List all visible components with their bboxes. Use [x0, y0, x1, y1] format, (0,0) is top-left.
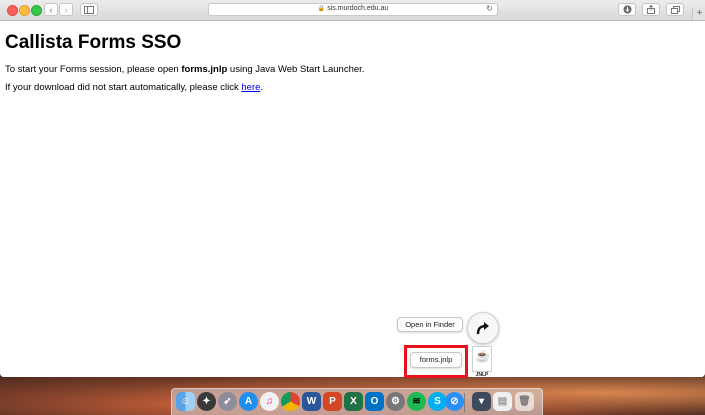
- share-button[interactable]: [642, 3, 660, 16]
- address-bar[interactable]: 🔒 sis.murdoch.edu.au ↻: [208, 3, 498, 16]
- address-text: 🔒 sis.murdoch.edu.au: [209, 5, 497, 12]
- open-file-button[interactable]: [467, 312, 499, 344]
- page-content: Callista Forms SSO To start your Forms s…: [0, 21, 705, 377]
- itunes-icon[interactable]: ♫: [260, 392, 279, 411]
- download-icon: [623, 5, 631, 14]
- tabs-icon: [670, 5, 680, 14]
- sidebar-toggle-button[interactable]: [80, 3, 98, 16]
- share-icon: [647, 5, 655, 14]
- rocket-icon[interactable]: ➶: [218, 392, 237, 411]
- trash-icon[interactable]: 🗑: [515, 392, 534, 411]
- forward-button[interactable]: ›: [59, 3, 73, 16]
- new-tab-button[interactable]: +: [692, 8, 705, 20]
- close-window-button[interactable]: [7, 5, 18, 16]
- safari-icon[interactable]: ⊘: [445, 392, 464, 411]
- instruction-suffix: using Java Web Start Launcher.: [227, 64, 365, 75]
- minimize-window-button[interactable]: [19, 5, 30, 16]
- jnlp-file-icon[interactable]: ☕: [472, 346, 492, 372]
- sidebar-icon: [84, 5, 94, 14]
- tab-overview-button[interactable]: [666, 3, 684, 16]
- chevron-left-icon: ‹: [49, 4, 53, 15]
- chrome-icon[interactable]: [281, 392, 300, 411]
- download-file-button[interactable]: forms.jnlp: [410, 352, 462, 368]
- address-url: sis.murdoch.edu.au: [327, 5, 389, 12]
- instruction-text: To start your Forms session, please open…: [5, 64, 364, 75]
- fallback-suffix: .: [260, 82, 264, 93]
- reload-icon[interactable]: ↻: [486, 4, 493, 13]
- outlook-icon[interactable]: O: [365, 392, 384, 411]
- system-preferences-icon[interactable]: ⚙: [386, 392, 405, 411]
- plus-icon: +: [696, 8, 703, 19]
- back-button[interactable]: ‹: [44, 3, 58, 16]
- chevron-right-icon: ›: [64, 4, 68, 15]
- app-store-icon[interactable]: A: [239, 392, 258, 411]
- powerpoint-icon[interactable]: P: [323, 392, 342, 411]
- instruction-prefix: To start your Forms session, please open: [5, 64, 182, 75]
- downloads-stack-icon[interactable]: ▾: [472, 392, 491, 411]
- browser-window: ‹ › 🔒 sis.murdoch.edu.au ↻ + Callista For…: [0, 0, 705, 377]
- excel-icon[interactable]: X: [344, 392, 363, 411]
- fallback-prefix: If your download did not start automatic…: [5, 82, 242, 93]
- curved-arrow-icon: [476, 322, 489, 335]
- documents-icon[interactable]: ▤: [493, 392, 512, 411]
- launchpad-icon[interactable]: ✦: [197, 392, 216, 411]
- dock: ☺ ✦ ➶ A ♫ W P X O ⚙ ≋ S ⊘ ▾ ▤ 🗑: [171, 388, 543, 415]
- browser-toolbar: ‹ › 🔒 sis.murdoch.edu.au ↻ +: [0, 0, 705, 21]
- fullscreen-window-button[interactable]: [31, 5, 42, 16]
- java-cup-icon: ☕: [475, 349, 490, 363]
- page-title: Callista Forms SSO: [5, 32, 182, 53]
- open-in-finder-button[interactable]: Open in Finder: [397, 317, 463, 332]
- fallback-text: If your download did not start automatic…: [5, 82, 263, 93]
- downloads-button[interactable]: [618, 3, 636, 16]
- instruction-file-name: forms.jnlp: [181, 64, 228, 75]
- word-icon[interactable]: W: [302, 392, 321, 411]
- spotify-icon[interactable]: ≋: [407, 392, 426, 411]
- here-link[interactable]: here: [241, 82, 260, 93]
- jnlp-file-label: JNLP: [475, 372, 489, 378]
- dock-separator: [464, 393, 465, 412]
- finder-icon[interactable]: ☺: [176, 392, 195, 411]
- lock-icon: 🔒: [317, 6, 326, 12]
